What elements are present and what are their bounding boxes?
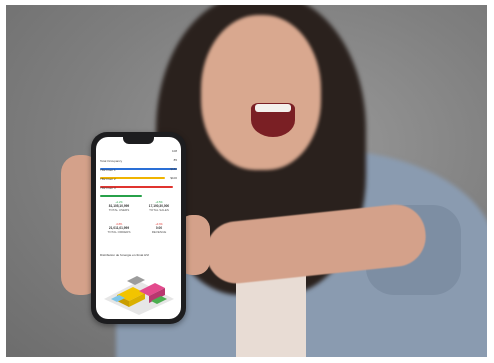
floor-row: TB2 Floor 3 $100 [100, 176, 177, 197]
phone-screen: Total Occupancy 108 TB2 Floor 1 85 TB2 F… [96, 137, 181, 319]
stat-label: REVENUE [151, 230, 167, 234]
chart-title: Distribution de l'énergie et climat HVI [100, 253, 150, 257]
stat-label: TOTAL USERS [108, 208, 130, 212]
stat-label: TOTAL SALES [149, 208, 169, 212]
smartphone: Total Occupancy 108 TB2 Floor 1 85 TB2 F… [91, 132, 186, 324]
row-value: 108 [171, 149, 177, 153]
row-label: TB2 Floor 3 [100, 186, 116, 190]
phone-notch [123, 137, 154, 144]
stat-card: +0.3% 0.00 REVENUE [140, 223, 178, 234]
stat-card: +1.2% 81,105,10,999 TOTAL USERS [100, 201, 138, 212]
stat-card: +0.5% 17,190,30,000 TOTAL SALES [140, 201, 178, 212]
row-value: $180 [170, 167, 177, 171]
isometric-building-map [104, 276, 174, 315]
face [201, 15, 321, 170]
row-value: 85 [173, 158, 177, 162]
stat-label: TOTAL ORDERS [107, 230, 131, 234]
teeth [255, 104, 291, 112]
stat-card: -0.8% 21,011,01,999 TOTAL ORDERS [100, 223, 138, 234]
row-bar [100, 195, 143, 197]
row-value: $100 [170, 176, 177, 180]
photo: Total Occupancy 108 TB2 Floor 1 85 TB2 F… [6, 5, 487, 357]
